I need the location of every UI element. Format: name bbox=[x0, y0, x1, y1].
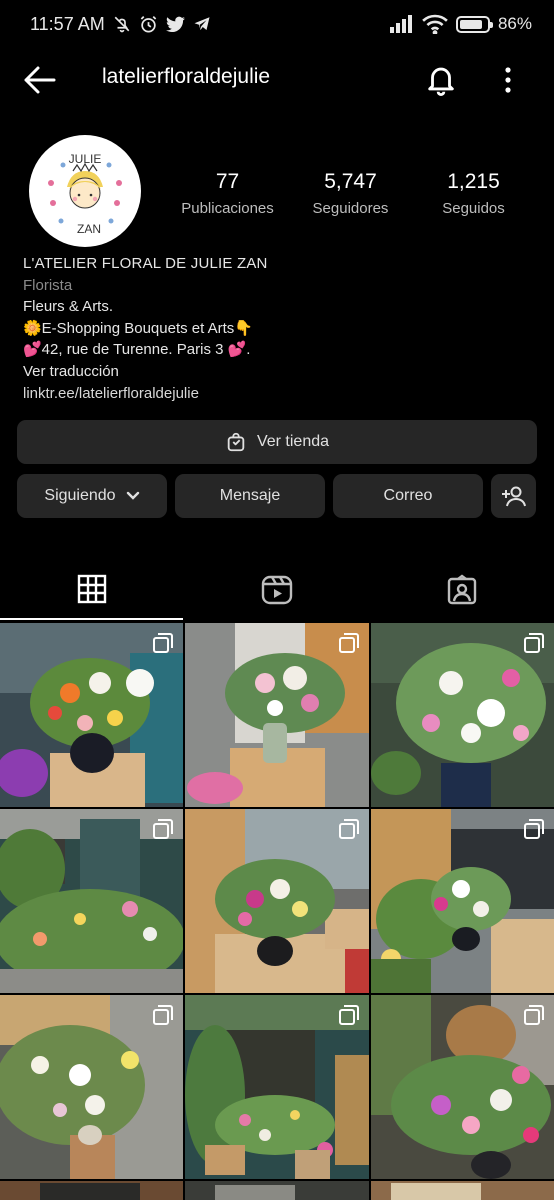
stat-posts-label: Publicaciones bbox=[181, 200, 274, 217]
bell-icon[interactable] bbox=[424, 62, 458, 96]
more-vertical-icon[interactable] bbox=[496, 64, 520, 96]
multiple-photos-icon bbox=[524, 1005, 544, 1025]
battery-percent: 86% bbox=[497, 14, 532, 33]
stat-following-label: Seguidos bbox=[442, 200, 505, 217]
message-label: Mensaje bbox=[219, 487, 281, 504]
bio-line-3: 💕42, rue de Turenne. Paris 3 💕. bbox=[23, 341, 251, 359]
wifi-icon bbox=[422, 14, 448, 34]
see-translation-link[interactable]: Ver traducción bbox=[23, 361, 523, 383]
telegram-icon bbox=[194, 17, 210, 30]
multiple-photos-icon bbox=[339, 633, 359, 653]
multiple-photos-icon bbox=[339, 1005, 359, 1025]
back-arrow-icon[interactable] bbox=[22, 64, 58, 96]
post-tile[interactable] bbox=[0, 1181, 183, 1200]
view-shop-label: Ver tienda bbox=[256, 433, 330, 450]
view-shop-button[interactable]: Ver tienda bbox=[17, 420, 537, 464]
multiple-photos-icon bbox=[339, 819, 359, 839]
posts-grid bbox=[0, 623, 554, 1200]
avatar-logo: JULIE ZAN bbox=[35, 141, 135, 241]
profile-tabs bbox=[0, 560, 554, 622]
following-button[interactable]: Siguiendo bbox=[17, 474, 167, 518]
post-tile[interactable] bbox=[185, 995, 369, 1179]
twitter-icon bbox=[165, 16, 185, 32]
tagged-icon bbox=[447, 574, 477, 605]
avatar-text-bottom: ZAN bbox=[77, 222, 101, 236]
reels-icon bbox=[261, 575, 292, 605]
post-tile[interactable] bbox=[0, 623, 183, 807]
email-label: Correo bbox=[383, 487, 433, 504]
stat-followers-label: Seguidores bbox=[312, 200, 389, 217]
profile-category: Florista bbox=[23, 276, 73, 294]
profile-website-link[interactable]: linktr.ee/latelierfloraldejulie bbox=[23, 383, 523, 405]
stat-following[interactable]: 1,215 Seguidos bbox=[416, 170, 531, 217]
post-image bbox=[0, 1181, 183, 1200]
stat-following-value: 1,215 bbox=[447, 170, 500, 193]
signal-icon bbox=[389, 15, 412, 33]
stat-followers-value: 5,747 bbox=[324, 170, 377, 193]
bio-line-1: Fleurs & Arts. bbox=[23, 298, 114, 316]
grid-icon bbox=[77, 574, 106, 604]
alarm-icon bbox=[140, 15, 156, 32]
profile-header: latelierfloraldejulie bbox=[0, 52, 554, 108]
tab-reels[interactable] bbox=[184, 560, 369, 620]
status-bar: 11:57 AM 86% bbox=[0, 0, 554, 48]
stat-followers[interactable]: 5,747 Seguidores bbox=[293, 170, 408, 217]
post-tile[interactable] bbox=[371, 809, 554, 993]
username-title: latelierfloraldejulie bbox=[102, 65, 271, 88]
multiple-photos-icon bbox=[153, 633, 173, 653]
bio-line-2: 🌼E-Shopping Bouquets et Arts👇 bbox=[23, 319, 253, 337]
tab-posts-grid[interactable] bbox=[0, 560, 183, 620]
profile-name: L'ATELIER FLORAL DE JULIE ZAN bbox=[23, 255, 268, 272]
post-image bbox=[371, 1181, 554, 1200]
chevron-down-icon bbox=[126, 491, 139, 500]
tab-tagged[interactable] bbox=[370, 560, 554, 620]
message-button[interactable]: Mensaje bbox=[175, 474, 325, 518]
battery-icon bbox=[455, 15, 493, 33]
post-tile[interactable] bbox=[371, 1181, 554, 1200]
post-tile[interactable] bbox=[185, 623, 369, 807]
multiple-photos-icon bbox=[524, 633, 544, 653]
stat-posts[interactable]: 77 Publicaciones bbox=[170, 170, 285, 217]
post-tile[interactable] bbox=[185, 809, 369, 993]
post-tile[interactable] bbox=[371, 623, 554, 807]
post-tile[interactable] bbox=[0, 809, 183, 993]
multiple-photos-icon bbox=[153, 819, 173, 839]
multiple-photos-icon bbox=[524, 819, 544, 839]
following-label: Siguiendo bbox=[44, 487, 116, 504]
add-person-icon bbox=[501, 486, 526, 507]
post-image bbox=[185, 1181, 369, 1200]
stat-posts-value: 77 bbox=[215, 170, 240, 193]
email-button[interactable]: Correo bbox=[333, 474, 483, 518]
status-time: 11:57 AM bbox=[30, 13, 105, 34]
post-tile[interactable] bbox=[0, 995, 183, 1179]
suggested-people-button[interactable] bbox=[491, 474, 536, 518]
multiple-photos-icon bbox=[153, 1005, 173, 1025]
post-tile[interactable] bbox=[185, 1181, 369, 1200]
profile-bio: L'ATELIER FLORAL DE JULIE ZAN Florista F… bbox=[23, 253, 523, 404]
avatar[interactable]: JULIE ZAN bbox=[29, 135, 141, 247]
mute-icon bbox=[114, 16, 130, 33]
post-tile[interactable] bbox=[371, 995, 554, 1179]
shopping-bag-icon bbox=[227, 432, 245, 452]
